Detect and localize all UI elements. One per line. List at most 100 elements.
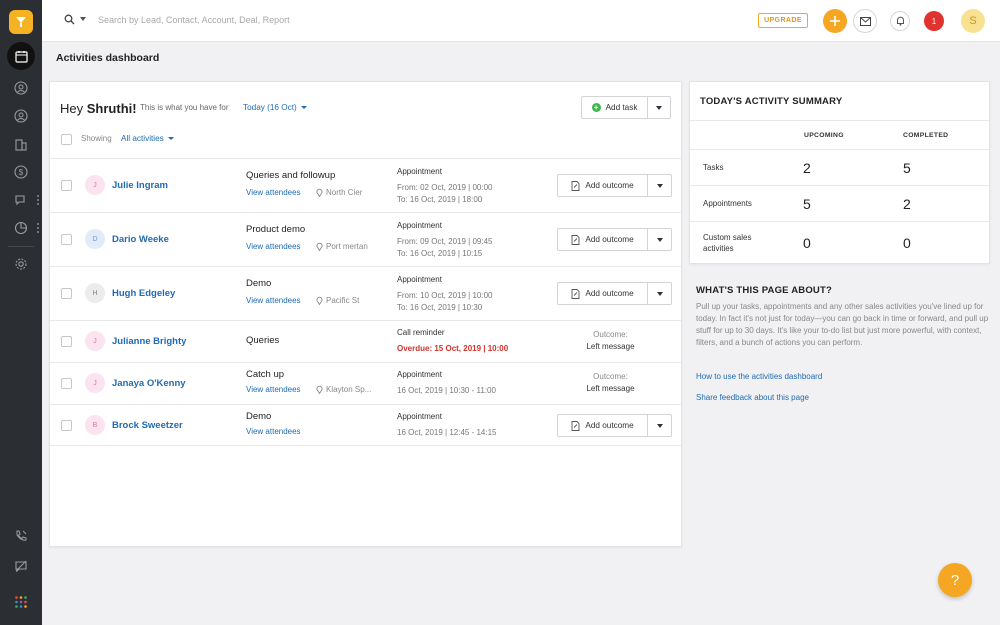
row-checkbox[interactable] — [61, 234, 72, 245]
sidebar: $ — [0, 0, 42, 625]
add-outcome-dropdown[interactable] — [648, 229, 671, 250]
location-text: Port mertan — [326, 242, 368, 251]
sidebar-item-leads[interactable] — [0, 74, 42, 102]
view-attendees-link[interactable]: View attendees — [246, 427, 301, 436]
how-to-use-link[interactable]: How to use the activities dashboard — [696, 372, 822, 381]
location-pin-icon — [316, 242, 323, 251]
document-edit-icon — [571, 288, 580, 299]
sidebar-item-deals[interactable]: $ — [0, 158, 42, 186]
row-checkbox[interactable] — [61, 420, 72, 431]
activity-list: J Julie Ingram Queries and followup View… — [50, 158, 681, 446]
sidebar-item-phone[interactable] — [0, 522, 42, 550]
add-task-dropdown[interactable] — [648, 97, 670, 118]
freshsales-logo-icon[interactable] — [9, 10, 33, 34]
activity-filter-dropdown[interactable]: All activities — [121, 134, 174, 143]
activity-time: 16 Oct, 2019 | 10:30 - 11:00 — [397, 386, 496, 395]
activity-type: Appointment — [397, 370, 442, 379]
greeting-subtitle: This is what you have for — [140, 103, 229, 112]
add-outcome-dropdown[interactable] — [648, 283, 671, 304]
add-outcome-dropdown[interactable] — [648, 415, 671, 436]
add-outcome-button[interactable]: Add outcome — [558, 229, 648, 250]
completed-count[interactable]: 0 — [903, 235, 911, 251]
location-pin-icon — [316, 385, 323, 394]
view-attendees-link[interactable]: View attendees — [246, 385, 301, 394]
upcoming-count[interactable]: 0 — [803, 235, 811, 251]
add-outcome-button[interactable]: Add outcome — [558, 175, 648, 196]
row-checkbox[interactable] — [61, 336, 72, 347]
row-checkbox[interactable] — [61, 288, 72, 299]
mail-button[interactable] — [853, 9, 877, 33]
add-task-label: Add task — [605, 103, 638, 112]
summary-title: TODAY'S ACTIVITY SUMMARY — [700, 96, 843, 107]
activity-subject: Demo — [246, 278, 272, 289]
contact-name-link[interactable]: Dario Weeke — [112, 234, 169, 245]
upcoming-count[interactable]: 5 — [803, 196, 811, 212]
gear-icon — [15, 258, 27, 270]
notification-count-badge[interactable]: 1 — [924, 11, 944, 31]
activity-subject: Demo — [246, 411, 272, 422]
contact-name-link[interactable]: Julianne Brighty — [112, 336, 186, 347]
add-task-button[interactable]: + Add task — [582, 97, 648, 118]
summary-header: UPCOMING COMPLETED — [690, 120, 989, 149]
leads-icon — [14, 81, 28, 95]
avatar: H — [85, 283, 105, 303]
sidebar-item-settings[interactable] — [0, 250, 42, 278]
completed-count[interactable]: 5 — [903, 160, 911, 176]
message-off-icon — [15, 560, 27, 573]
sidebar-item-apps[interactable] — [0, 588, 42, 616]
contact-name-link[interactable]: Hugh Edgeley — [112, 288, 175, 299]
dollar-icon: $ — [14, 165, 28, 179]
activity-overdue-time: Overdue: 15 Oct, 2019 | 10:00 — [397, 344, 509, 353]
top-bar: UPGRADE 1 S — [42, 0, 1000, 42]
add-outcome-dropdown[interactable] — [648, 175, 671, 196]
help-button[interactable]: ? — [938, 563, 972, 597]
view-attendees-link[interactable]: View attendees — [246, 296, 301, 305]
upcoming-count[interactable]: 2 — [803, 160, 811, 176]
sidebar-item-dashboard[interactable] — [0, 42, 42, 70]
add-task-button-group: + Add task — [581, 96, 671, 119]
summary-row-custom: Custom sales activities 0 0 — [690, 221, 989, 264]
sidebar-item-accounts[interactable] — [0, 130, 42, 158]
share-feedback-link[interactable]: Share feedback about this page — [696, 393, 809, 402]
search-scope-dropdown[interactable] — [80, 17, 86, 21]
activity-time-from: From: 10 Oct, 2019 | 10:00 — [397, 291, 493, 300]
date-filter-dropdown[interactable]: Today (16 Oct) — [243, 103, 307, 112]
add-outcome-button[interactable]: Add outcome — [558, 283, 648, 304]
plus-icon — [830, 16, 840, 26]
global-search-input[interactable] — [98, 12, 398, 28]
user-avatar[interactable]: S — [961, 9, 985, 33]
about-description: Pull up your tasks, appointments and any… — [696, 302, 989, 347]
view-attendees-link[interactable]: View attendees — [246, 242, 301, 251]
activity-time-to: To: 16 Oct, 2019 | 10:15 — [397, 249, 483, 258]
row-checkbox[interactable] — [61, 180, 72, 191]
activities-panel: Hey Shruthi! This is what you have for T… — [49, 81, 682, 547]
activity-summary-card: TODAY'S ACTIVITY SUMMARY UPCOMING COMPLE… — [689, 81, 990, 264]
upgrade-button[interactable]: UPGRADE — [758, 13, 808, 28]
outcome-value: Left message — [586, 384, 635, 393]
add-outcome-label: Add outcome — [585, 289, 634, 298]
view-attendees-link[interactable]: View attendees — [246, 188, 301, 197]
sidebar-item-reports[interactable] — [0, 214, 42, 242]
completed-count[interactable]: 2 — [903, 196, 911, 212]
contact-name-link[interactable]: Brock Sweetzer — [112, 420, 183, 431]
sidebar-item-messages[interactable] — [0, 552, 42, 580]
select-all-checkbox[interactable] — [61, 134, 72, 145]
sidebar-item-contacts[interactable] — [0, 102, 42, 130]
notifications-button[interactable] — [890, 11, 910, 31]
add-outcome-button[interactable]: Add outcome — [558, 415, 648, 436]
chevron-down-icon — [300, 106, 307, 109]
activity-time-to: To: 16 Oct, 2019 | 18:00 — [397, 195, 483, 204]
search-icon[interactable] — [64, 14, 75, 25]
contact-name-link[interactable]: Julie Ingram — [112, 180, 168, 191]
sidebar-item-conversations[interactable] — [0, 186, 42, 214]
row-checkbox[interactable] — [61, 378, 72, 389]
activity-row: B Brock Sweetzer Demo View attendees App… — [50, 404, 681, 446]
contact-name-link[interactable]: Janaya O'Kenny — [112, 378, 186, 389]
activity-filter-label: All activities — [121, 134, 164, 143]
greeting: Hey Shruthi! — [60, 101, 137, 116]
quick-add-button[interactable] — [823, 9, 847, 33]
sidebar-divider — [8, 246, 34, 247]
contacts-icon — [14, 109, 28, 123]
activity-subject: Product demo — [246, 224, 306, 235]
add-outcome-label: Add outcome — [585, 235, 634, 244]
